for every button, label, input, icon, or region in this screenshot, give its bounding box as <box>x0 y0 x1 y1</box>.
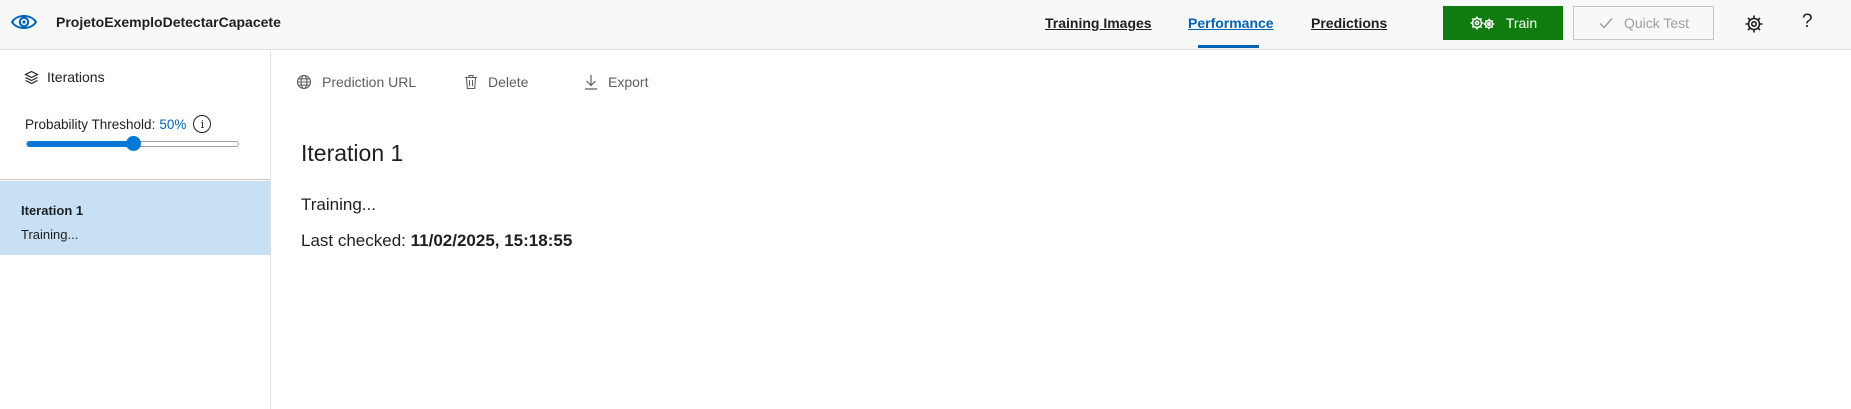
iteration-title: Iteration 1 <box>301 140 404 166</box>
sidebar-divider <box>0 179 270 180</box>
globe-icon <box>296 74 312 90</box>
threshold-slider-thumb[interactable] <box>125 136 141 151</box>
gear-icon[interactable] <box>1744 14 1764 34</box>
delete-button[interactable]: Delete <box>464 74 528 90</box>
active-tab-indicator <box>1198 45 1259 48</box>
checkmark-icon <box>1599 18 1613 29</box>
gears-icon <box>1470 16 1494 30</box>
delete-label: Delete <box>488 74 529 90</box>
training-status: Training... <box>301 195 376 214</box>
tab-performance[interactable]: Performance <box>1188 15 1274 31</box>
prediction-url-label: Prediction URL <box>322 74 417 90</box>
export-label: Export <box>608 74 649 90</box>
iteration-status: Training... <box>21 227 79 242</box>
sidebar: Iterations Probability Threshold: 50% i … <box>0 51 271 409</box>
last-checked-value: 11/02/2025, 15:18:55 <box>410 231 573 250</box>
help-icon[interactable]: ? <box>1802 11 1813 33</box>
layers-icon <box>24 70 39 84</box>
probability-threshold: Probability Threshold: 50% i <box>25 115 212 133</box>
trash-icon <box>465 74 477 90</box>
export-button[interactable]: Export <box>584 74 648 90</box>
last-checked: Last checked: 11/02/2025, 15:18:55 <box>301 231 572 251</box>
prediction-url-button[interactable]: Prediction URL <box>296 74 416 90</box>
download-icon <box>585 75 597 90</box>
last-checked-label: Last checked: <box>301 231 406 250</box>
tab-predictions[interactable]: Predictions <box>1311 15 1387 31</box>
iterations-header[interactable]: Iterations <box>24 69 105 85</box>
iterations-label: Iterations <box>47 69 105 85</box>
iteration-list-item[interactable]: Iteration 1 Training... <box>0 181 270 255</box>
threshold-value: 50% <box>159 116 187 132</box>
eye-icon <box>10 15 38 29</box>
threshold-slider-fill <box>27 141 133 147</box>
threshold-slider[interactable] <box>26 136 239 151</box>
info-icon[interactable]: i <box>193 115 212 133</box>
project-name: ProjetoExemploDetectarCapacete <box>56 14 281 30</box>
train-button-label: Train <box>1505 15 1538 31</box>
iteration-name: Iteration 1 <box>21 203 84 218</box>
tab-training-images[interactable]: Training Images <box>1045 15 1152 31</box>
threshold-label: Probability Threshold: <box>25 116 156 132</box>
quick-test-button-label: Quick Test <box>1623 15 1690 31</box>
top-bar: ProjetoExemploDetectarCapacete Training … <box>0 0 1851 50</box>
quick-test-button[interactable]: Quick Test <box>1573 6 1714 40</box>
train-button[interactable]: Train <box>1443 6 1563 40</box>
